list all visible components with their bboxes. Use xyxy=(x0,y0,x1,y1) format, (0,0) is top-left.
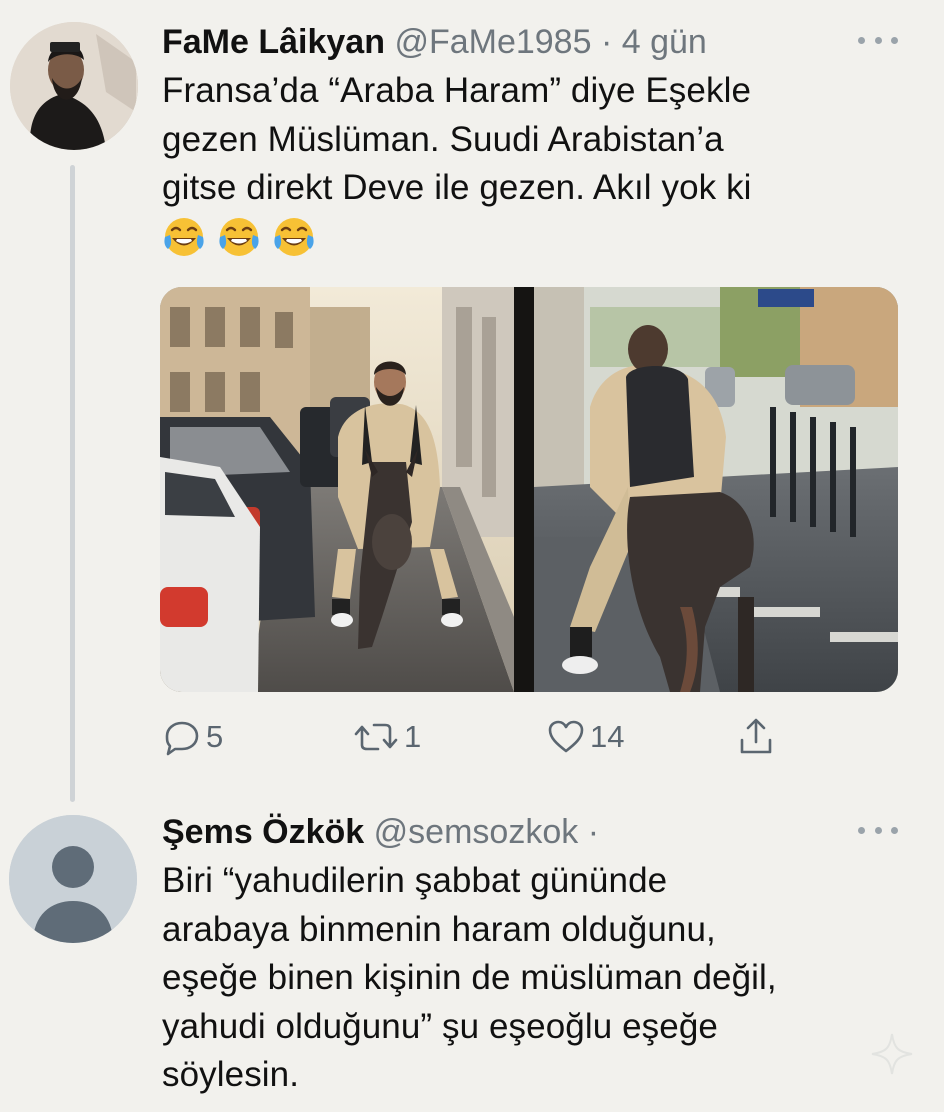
separator-dot: · xyxy=(587,813,600,851)
separator-dot: · xyxy=(600,23,613,61)
retweet-button[interactable]: 1 xyxy=(352,716,421,758)
user-handle[interactable]: @FaMe1985 xyxy=(394,23,591,61)
sparkle-icon xyxy=(871,1033,913,1075)
share-upload-icon xyxy=(740,718,772,754)
tweet-text-line: söylesin. xyxy=(162,1055,300,1094)
tweet-header: Şems Özkök @semsozkok · xyxy=(162,812,599,852)
avatar[interactable] xyxy=(10,22,138,150)
like-button[interactable]: 14 xyxy=(546,716,624,758)
tweet-text-line: Fransa’da “Araba Haram” diye Eşekle xyxy=(162,71,752,110)
user-handle[interactable]: @semsozkok xyxy=(374,813,579,851)
heart-outline-icon xyxy=(548,720,584,753)
display-name[interactable]: Şems Özkök xyxy=(162,813,364,851)
face-with-tears-of-joy-icon xyxy=(219,217,259,256)
tweet-text-line: gitse direkt Deve ile gezen. Akıl yok ki xyxy=(162,168,752,207)
default-avatar[interactable] xyxy=(9,815,137,943)
tweet-text-line: arabaya binmenin haram olduğunu, xyxy=(162,909,716,949)
photo-left-panel xyxy=(160,287,514,692)
more-dots-icon[interactable] xyxy=(858,823,898,837)
tweet-text-line: yahudi olduğunu” şu eşeoğlu eşeğe xyxy=(162,1006,718,1046)
photo-right-panel xyxy=(534,287,898,692)
tweet-header: FaMe Lâikyan @FaMe1985 · 4 gün xyxy=(162,22,707,62)
tweet-text-line: eşeğe binen kişinin de müslüman değil, xyxy=(162,958,777,997)
emoji-row xyxy=(162,213,752,261)
tweet-text-line: gezen Müslüman. Suudi Arabistan’a xyxy=(162,119,724,159)
speech-bubble-icon xyxy=(165,721,199,756)
face-with-tears-of-joy-icon xyxy=(164,217,204,256)
tweet-text: Biri “yahudilerin şabbat gününde arabaya… xyxy=(162,857,777,1100)
share-button[interactable] xyxy=(736,716,776,758)
face-with-tears-of-joy-icon xyxy=(274,217,314,256)
retweet-count: 1 xyxy=(404,719,422,754)
more-dots-icon[interactable] xyxy=(858,33,898,47)
tweet-photo[interactable] xyxy=(160,287,898,692)
display-name[interactable]: FaMe Lâikyan xyxy=(162,23,385,61)
like-count: 14 xyxy=(590,719,625,754)
thread-connector xyxy=(70,165,75,802)
tweet-text-line: Biri “yahudilerin şabbat gününde xyxy=(162,861,668,900)
tweet-text: Fransa’da “Araba Haram” diye Eşekle geze… xyxy=(162,67,752,261)
tweet-timestamp[interactable]: 4 gün xyxy=(622,23,707,61)
timeline: FaMe Lâikyan @FaMe1985 · 4 gün Fransa’da… xyxy=(0,0,944,1112)
reply-count: 5 xyxy=(206,719,224,754)
retweet-arrows-icon xyxy=(354,723,398,751)
reply-button[interactable]: 5 xyxy=(162,716,223,758)
